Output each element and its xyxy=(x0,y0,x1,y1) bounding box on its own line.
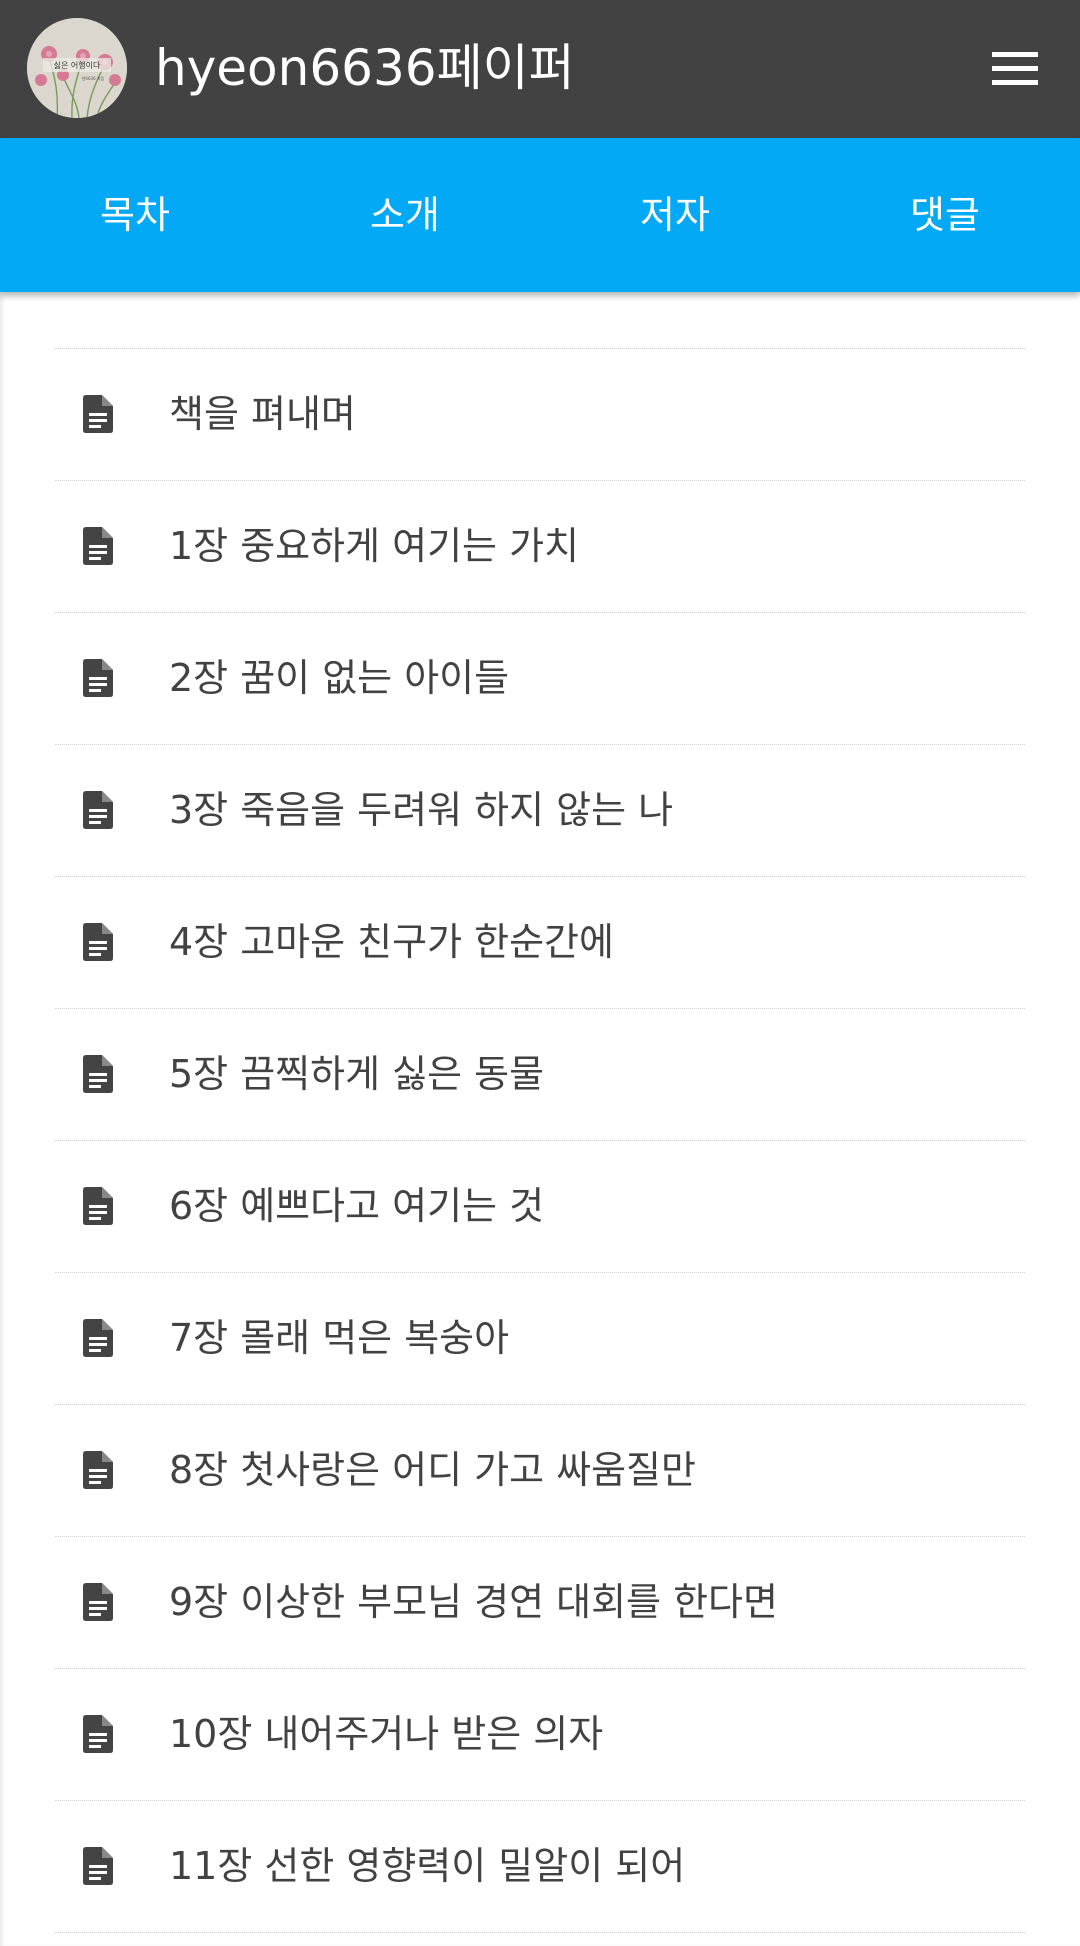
toc-item-label: 1장 중요하게 여기는 가치 xyxy=(169,524,580,568)
hamburger-menu-button[interactable] xyxy=(986,40,1044,98)
toc-item-label: 8장 첫사랑은 어디 가고 싸움질만 xyxy=(169,1448,696,1492)
document-icon xyxy=(83,1187,113,1225)
toc-item-label: 10장 내어주거나 받은 의자 xyxy=(169,1712,604,1756)
tab-contents[interactable]: 목차 xyxy=(0,138,270,292)
toc-item[interactable]: 1장 중요하게 여기는 가치 xyxy=(55,481,1025,613)
document-icon xyxy=(83,1583,113,1621)
document-icon xyxy=(83,395,113,433)
tab-bar: 목차 소개 저자 댓글 xyxy=(0,138,1080,292)
document-icon xyxy=(83,1847,113,1885)
toc-item-label: 4장 고마운 친구가 한순간에 xyxy=(169,920,614,964)
document-icon xyxy=(83,1055,113,1093)
toc-item-label: 9장 이상한 부모님 경연 대회를 한다면 xyxy=(169,1580,778,1624)
toc-item[interactable]: 11장 선한 영향력이 밀알이 되어 xyxy=(55,1801,1025,1933)
tab-author[interactable]: 저자 xyxy=(540,138,810,292)
cover-title-text: 싫은 어행이다 xyxy=(54,60,101,70)
document-icon xyxy=(83,527,113,565)
toc-content: 책을 펴내며 1장 중요하게 여기는 가치 2장 꿈이 없는 아이들 3장 죽음… xyxy=(0,292,1080,1946)
document-icon xyxy=(83,1319,113,1357)
app-title: hyeon6636페이퍼 xyxy=(155,39,575,97)
toc-item[interactable]: 9장 이상한 부모님 경연 대회를 한다면 xyxy=(55,1537,1025,1669)
flower-cover-image: 싫은 어행이다 현6636 지음 xyxy=(27,18,127,118)
document-icon xyxy=(83,923,113,961)
toc-item-label: 6장 예쁘다고 여기는 것 xyxy=(169,1184,545,1228)
tab-introduction[interactable]: 소개 xyxy=(270,138,540,292)
toc-item[interactable]: 4장 고마운 친구가 한순간에 xyxy=(55,877,1025,1009)
document-icon xyxy=(83,791,113,829)
toc-item[interactable]: 7장 몰래 먹은 복숭아 xyxy=(55,1273,1025,1405)
tab-comments[interactable]: 댓글 xyxy=(810,138,1080,292)
toc-list: 책을 펴내며 1장 중요하게 여기는 가치 2장 꿈이 없는 아이들 3장 죽음… xyxy=(55,348,1025,1933)
toc-item[interactable]: 책을 펴내며 xyxy=(55,349,1025,481)
toc-item-label: 3장 죽음을 두려워 하지 않는 나 xyxy=(169,788,674,832)
toc-item[interactable]: 2장 꿈이 없는 아이들 xyxy=(55,613,1025,745)
app-bar: 싫은 어행이다 현6636 지음 hyeon6636페이퍼 xyxy=(0,0,1080,138)
toc-item-label: 책을 펴내며 xyxy=(169,392,356,436)
toc-item[interactable]: 3장 죽음을 두려워 하지 않는 나 xyxy=(55,745,1025,877)
toc-item[interactable]: 6장 예쁘다고 여기는 것 xyxy=(55,1141,1025,1273)
cover-author-text: 현6636 지음 xyxy=(82,75,105,81)
hamburger-menu-icon xyxy=(992,52,1038,85)
toc-item-label: 2장 꿈이 없는 아이들 xyxy=(169,656,510,700)
document-icon xyxy=(83,1715,113,1753)
toc-item-label: 5장 끔찍하게 싫은 동물 xyxy=(169,1052,545,1096)
toc-item[interactable]: 10장 내어주거나 받은 의자 xyxy=(55,1669,1025,1801)
document-icon xyxy=(83,1451,113,1489)
toc-item[interactable]: 5장 끔찍하게 싫은 동물 xyxy=(55,1009,1025,1141)
toc-item-label: 7장 몰래 먹은 복숭아 xyxy=(169,1316,510,1360)
document-icon xyxy=(83,659,113,697)
toc-item-label: 11장 선한 영향력이 밀알이 되어 xyxy=(169,1844,686,1888)
toc-item[interactable]: 8장 첫사랑은 어디 가고 싸움질만 xyxy=(55,1405,1025,1537)
book-cover-avatar[interactable]: 싫은 어행이다 현6636 지음 xyxy=(27,18,127,118)
